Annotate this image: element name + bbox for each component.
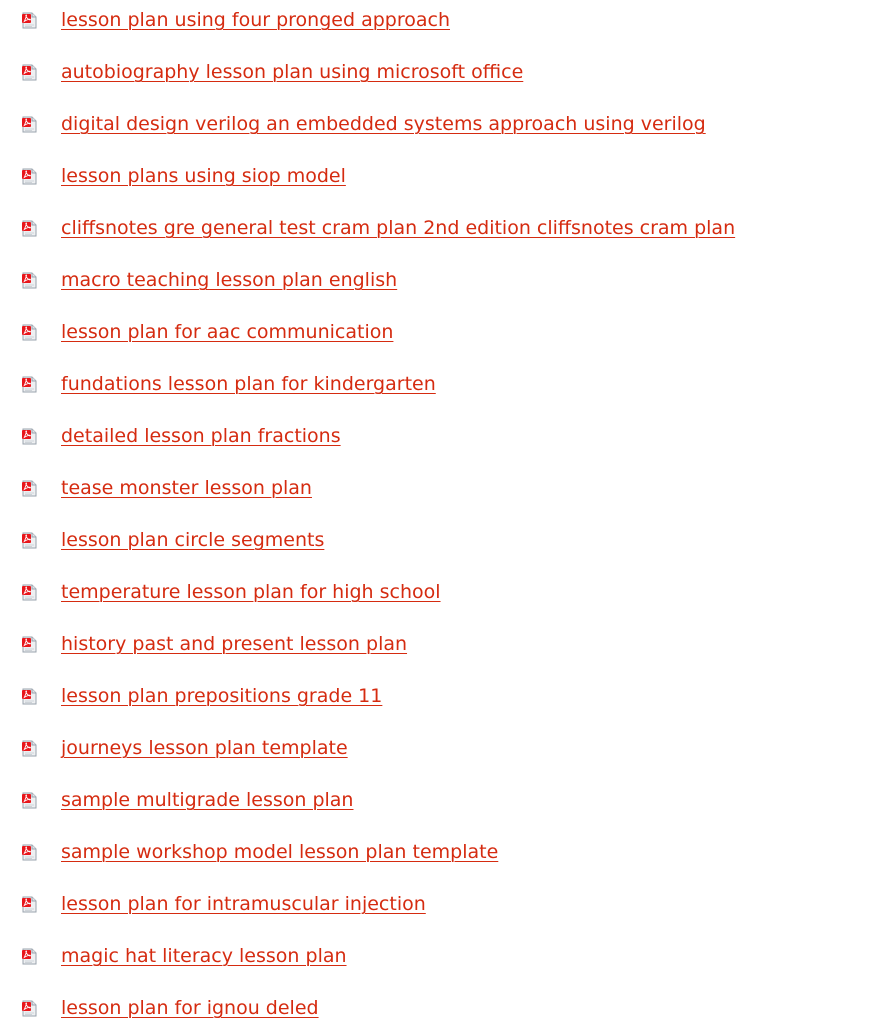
list-item: fundations lesson plan for kindergarten bbox=[0, 368, 892, 402]
document-link[interactable]: temperature lesson plan for high school bbox=[61, 580, 441, 604]
pdf-file-icon bbox=[22, 636, 37, 653]
list-item: history past and present lesson plan bbox=[0, 628, 892, 662]
pdf-file-icon bbox=[22, 948, 37, 965]
document-link[interactable]: lesson plan prepositions grade 11 bbox=[61, 684, 382, 708]
document-link[interactable]: tease monster lesson plan bbox=[61, 476, 312, 500]
document-link[interactable]: lesson plan circle segments bbox=[61, 528, 324, 552]
document-link[interactable]: lesson plan for intramuscular injection bbox=[61, 892, 426, 916]
list-item: journeys lesson plan template bbox=[0, 732, 892, 766]
list-item: lesson plan circle segments bbox=[0, 524, 892, 558]
document-link[interactable]: cliffsnotes gre general test cram plan 2… bbox=[61, 216, 735, 240]
pdf-file-icon bbox=[22, 324, 37, 341]
pdf-file-icon bbox=[22, 272, 37, 289]
list-item: temperature lesson plan for high school bbox=[0, 576, 892, 610]
document-link[interactable]: macro teaching lesson plan english bbox=[61, 268, 397, 292]
pdf-file-icon bbox=[22, 12, 37, 29]
list-item: magic hat literacy lesson plan bbox=[0, 940, 892, 974]
pdf-file-icon bbox=[22, 1000, 37, 1017]
list-item: autobiography lesson plan using microsof… bbox=[0, 56, 892, 90]
pdf-file-icon bbox=[22, 480, 37, 497]
document-link[interactable]: lesson plan using four pronged approach bbox=[61, 8, 450, 32]
list-item: lesson plan using four pronged approach bbox=[0, 4, 892, 38]
document-link[interactable]: lesson plan for aac communication bbox=[61, 320, 393, 344]
pdf-file-icon bbox=[22, 896, 37, 913]
pdf-file-icon bbox=[22, 220, 37, 237]
list-item: digital design verilog an embedded syste… bbox=[0, 108, 892, 142]
list-item: lesson plan for intramuscular injection bbox=[0, 888, 892, 922]
document-link[interactable]: autobiography lesson plan using microsof… bbox=[61, 60, 523, 84]
list-item: tease monster lesson plan bbox=[0, 472, 892, 506]
document-link[interactable]: digital design verilog an embedded syste… bbox=[61, 112, 706, 136]
pdf-file-icon bbox=[22, 64, 37, 81]
pdf-file-icon bbox=[22, 168, 37, 185]
list-item: detailed lesson plan fractions bbox=[0, 420, 892, 454]
list-item: lesson plan for ignou deled bbox=[0, 992, 892, 1025]
list-item: macro teaching lesson plan english bbox=[0, 264, 892, 298]
document-link[interactable]: lesson plans using siop model bbox=[61, 164, 346, 188]
document-link[interactable]: fundations lesson plan for kindergarten bbox=[61, 372, 436, 396]
document-link[interactable]: sample workshop model lesson plan templa… bbox=[61, 840, 498, 864]
document-link[interactable]: journeys lesson plan template bbox=[61, 736, 348, 760]
list-item: lesson plans using siop model bbox=[0, 160, 892, 194]
list-item: sample workshop model lesson plan templa… bbox=[0, 836, 892, 870]
pdf-file-icon bbox=[22, 792, 37, 809]
pdf-file-icon bbox=[22, 844, 37, 861]
document-link[interactable]: sample multigrade lesson plan bbox=[61, 788, 353, 812]
document-link[interactable]: lesson plan for ignou deled bbox=[61, 996, 319, 1020]
list-item: lesson plan for aac communication bbox=[0, 316, 892, 350]
document-link[interactable]: magic hat literacy lesson plan bbox=[61, 944, 347, 968]
pdf-file-icon bbox=[22, 688, 37, 705]
list-item: sample multigrade lesson plan bbox=[0, 784, 892, 818]
document-link[interactable]: history past and present lesson plan bbox=[61, 632, 407, 656]
pdf-file-icon bbox=[22, 116, 37, 133]
document-link[interactable]: detailed lesson plan fractions bbox=[61, 424, 341, 448]
pdf-file-icon bbox=[22, 428, 37, 445]
list-item: lesson plan prepositions grade 11 bbox=[0, 680, 892, 714]
pdf-file-icon bbox=[22, 532, 37, 549]
pdf-file-icon bbox=[22, 584, 37, 601]
list-item: cliffsnotes gre general test cram plan 2… bbox=[0, 212, 892, 246]
pdf-file-icon bbox=[22, 376, 37, 393]
pdf-file-icon bbox=[22, 740, 37, 757]
